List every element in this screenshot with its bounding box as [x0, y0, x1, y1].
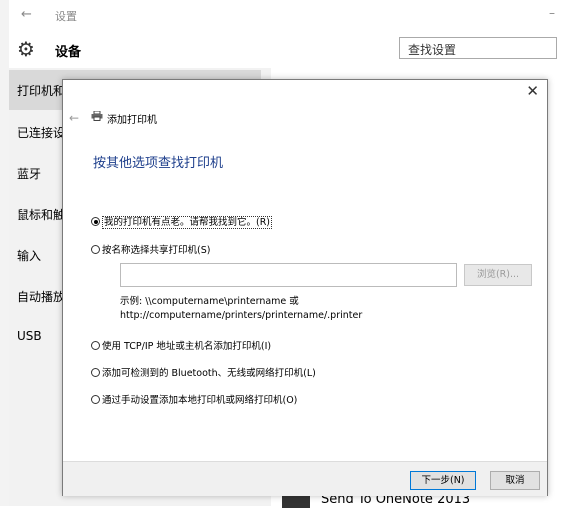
gear-icon: ⚙	[17, 37, 35, 61]
example-text: 示例: \\computername\printername 或 http://…	[120, 295, 362, 323]
settings-header: ⚙ 设备 查找设置	[9, 30, 563, 68]
cancel-button[interactable]: 取消	[490, 471, 540, 490]
back-arrow-icon[interactable]: ←	[21, 7, 32, 22]
sidebar-item-typing[interactable]: 输入	[17, 247, 41, 264]
option-label: 通过手动设置添加本地打印机或网络打印机(O)	[102, 395, 298, 406]
window-title: 设置	[55, 10, 77, 23]
option-label: 我的打印机有点老。请帮我找到它。(R)	[102, 216, 273, 229]
radio-button[interactable]	[91, 245, 100, 254]
option-tcpip[interactable]: 使用 TCP/IP 地址或主机名添加打印机(I)	[91, 338, 271, 352]
option-label: 按名称选择共享打印机(S)	[102, 245, 211, 256]
close-icon[interactable]: ✕	[526, 82, 539, 100]
search-input[interactable]: 查找设置	[399, 37, 557, 59]
option-shared-printer[interactable]: 按名称选择共享打印机(S)	[91, 242, 210, 256]
printer-icon	[91, 111, 103, 121]
dialog-footer: 下一步(N) 取消	[63, 461, 547, 496]
add-printer-dialog: ✕ ← 添加打印机 按其他选项查找打印机 我的打印机有点老。请帮我找到它。(R)…	[62, 79, 548, 496]
browse-button[interactable]: 浏览(R)...	[464, 264, 532, 286]
minimize-button[interactable]: –	[549, 6, 555, 20]
back-arrow-icon[interactable]: ←	[69, 111, 79, 125]
printer-name-input[interactable]	[120, 263, 457, 287]
option-bluetooth-wireless[interactable]: 添加可检测到的 Bluetooth、无线或网络打印机(L)	[91, 365, 316, 379]
example-line-1: 示例: \\computername\printername 或	[120, 296, 299, 307]
dialog-title: 添加打印机	[107, 115, 157, 126]
option-old-printer[interactable]: 我的打印机有点老。请帮我找到它。(R)	[91, 214, 273, 229]
option-local-manual[interactable]: 通过手动设置添加本地打印机或网络打印机(O)	[91, 392, 297, 406]
radio-button[interactable]	[91, 341, 100, 350]
radio-button[interactable]	[91, 368, 100, 377]
radio-button[interactable]	[91, 217, 100, 226]
sidebar-item-usb[interactable]: USB	[17, 329, 42, 343]
example-line-2: http://computername/printers/printername…	[120, 310, 363, 321]
radio-button[interactable]	[91, 395, 100, 404]
option-label: 添加可检测到的 Bluetooth、无线或网络打印机(L)	[102, 368, 316, 379]
option-label: 使用 TCP/IP 地址或主机名添加打印机(I)	[102, 341, 272, 352]
page-title: 设备	[55, 45, 82, 60]
title-bar: ← 设置 –	[9, 0, 563, 30]
dialog-heading: 按其他选项查找打印机	[93, 156, 224, 171]
sidebar-item-bluetooth[interactable]: 蓝牙	[17, 165, 41, 182]
sidebar-item-autoplay[interactable]: 自动播放	[17, 288, 65, 305]
background-window-edge	[0, 0, 9, 506]
next-button[interactable]: 下一步(N)	[410, 471, 476, 490]
